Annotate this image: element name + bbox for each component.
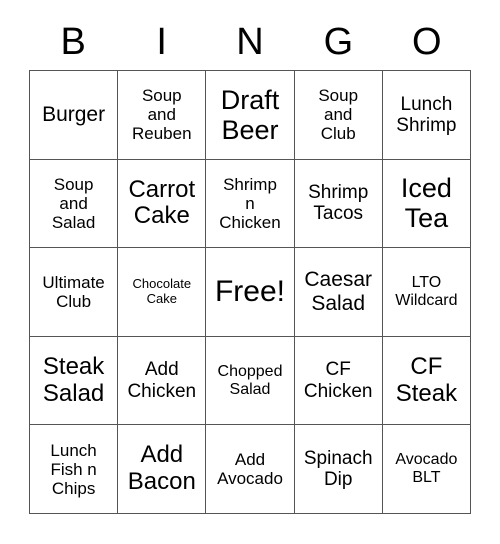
bingo-cell[interactable]: Ultimate Club: [30, 248, 119, 337]
bingo-cell-label: Ultimate Club: [42, 272, 105, 311]
bingo-cell[interactable]: Soup and Club: [294, 71, 383, 160]
bingo-cell-label: Spinach Dip: [303, 447, 373, 491]
bingo-cell-label: Soup and Salad: [51, 174, 96, 232]
bingo-cell[interactable]: Lunch Fish n Chips: [30, 425, 119, 514]
bingo-header-letter-n: N: [236, 21, 264, 63]
bingo-cell[interactable]: Soup and Salad: [30, 159, 119, 249]
bingo-header-letter-g: G: [323, 21, 354, 63]
bingo-cell-label: Steak Salad: [42, 352, 105, 407]
bingo-cell[interactable]: Add Bacon: [118, 425, 207, 514]
bingo-cell-label: Lunch Fish n Chips: [50, 440, 97, 498]
bingo-cell-label: Lunch Shrimp: [396, 93, 457, 136]
bingo-cell[interactable]: Chocolate Cake: [118, 248, 207, 337]
bingo-cell-label: CF Steak: [395, 352, 458, 407]
bingo-cell[interactable]: Spinach Dip: [294, 425, 383, 514]
bingo-cell-label: Shrimp Tacos: [308, 182, 369, 225]
bingo-cell[interactable]: Soup and Reuben: [118, 71, 207, 160]
bingo-cell[interactable]: Burger: [30, 71, 119, 160]
bingo-cell-label: CF Chicken: [303, 359, 373, 402]
bingo-cell[interactable]: Iced Tea: [382, 159, 471, 249]
bingo-cell-label: Soup and Reuben: [132, 86, 192, 144]
bingo-cell-label: Add Chicken: [127, 359, 197, 402]
bingo-cell-label: Chocolate Cake: [132, 276, 192, 306]
bingo-cell[interactable]: CF Steak: [382, 336, 471, 426]
bingo-cell[interactable]: LTO Wildcard: [382, 248, 471, 337]
bingo-cell[interactable]: CF Chicken: [294, 336, 383, 426]
bingo-cell[interactable]: Lunch Shrimp: [382, 71, 471, 160]
bingo-cell-label: LTO Wildcard: [395, 274, 458, 309]
bingo-cell[interactable]: Add Avocado: [206, 425, 295, 514]
bingo-cell[interactable]: Shrimp n Chicken: [206, 159, 295, 249]
bingo-cell[interactable]: Shrimp Tacos: [294, 159, 383, 249]
bingo-cell[interactable]: Add Chicken: [118, 336, 207, 426]
bingo-cell-label: Avocado BLT: [395, 451, 458, 487]
bingo-cell-label: Shrimp n Chicken: [219, 174, 281, 232]
bingo-header-row: BINGO: [29, 14, 471, 70]
bingo-cell[interactable]: Avocado BLT: [382, 425, 471, 514]
bingo-grid: Burger Soup and Reuben Draft Beer Soup and …: [29, 70, 471, 514]
bingo-cell-label: Soup and Club: [318, 86, 359, 144]
bingo-cell[interactable]: Draft Beer: [206, 71, 295, 160]
bingo-cell-label: Add Avocado: [217, 450, 283, 489]
bingo-cell-label: Iced Tea: [400, 173, 452, 234]
bingo-cell[interactable]: Carrot Cake: [118, 159, 207, 249]
bingo-cell-label: Draft Beer: [220, 84, 280, 145]
bingo-cell-label: Carrot Cake: [128, 175, 196, 230]
bingo-cell-label: Chopped Salad: [217, 362, 283, 398]
bingo-cell-label: Free!: [214, 275, 285, 309]
bingo-cell-label: Burger: [42, 103, 106, 127]
bingo-cell[interactable]: Chopped Salad: [206, 336, 295, 426]
bingo-header-letter-o: O: [412, 21, 442, 63]
bingo-cell[interactable]: Steak Salad: [30, 336, 119, 426]
bingo-header-letter-i: I: [156, 21, 167, 63]
bingo-cell[interactable]: Caesar Salad: [294, 248, 383, 337]
bingo-cell-label: Caesar Salad: [304, 268, 373, 315]
bingo-card: B I N G O Burger Soup and Reuben Draft Beer Sou…: [0, 0, 500, 544]
bingo-cell-free[interactable]: Free!: [206, 248, 295, 337]
bingo-header-letter-b: B: [60, 21, 86, 63]
bingo-cell-label: Add Bacon: [127, 441, 196, 496]
